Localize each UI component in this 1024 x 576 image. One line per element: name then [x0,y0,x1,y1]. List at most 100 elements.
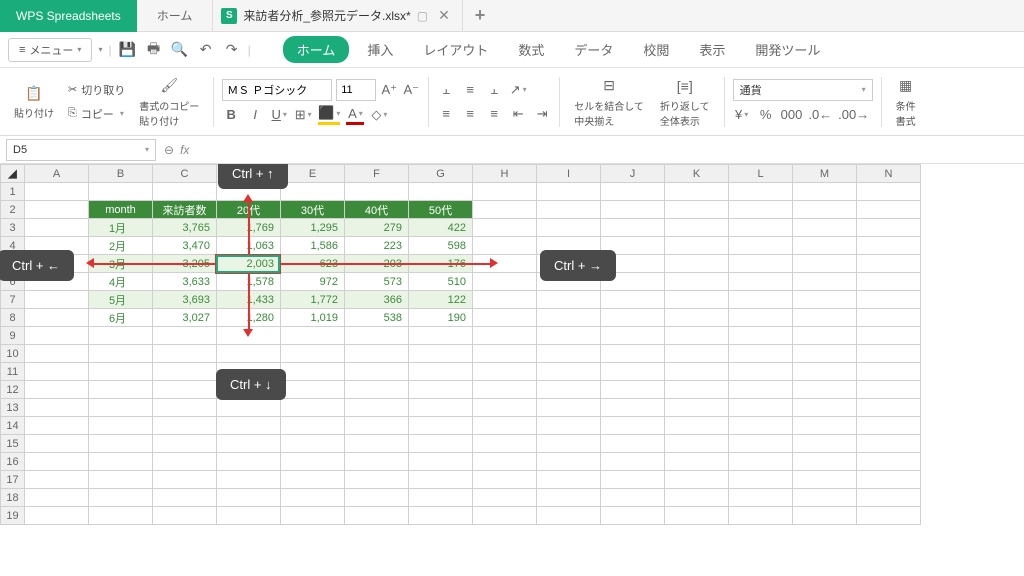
file-tab[interactable]: S 来訪者分析_参照元データ.xlsx* ▢ ✕ [212,0,462,32]
undo-icon[interactable]: ↶ [196,40,216,60]
cell[interactable] [601,381,665,399]
cell[interactable]: 2月 [89,237,153,255]
cell[interactable] [89,399,153,417]
cell[interactable] [729,219,793,237]
cell[interactable] [729,417,793,435]
cell[interactable] [281,435,345,453]
cell[interactable] [601,183,665,201]
row-header[interactable]: 12 [1,381,25,399]
cell[interactable] [345,327,409,345]
cell[interactable] [665,255,729,273]
cell[interactable] [793,201,857,219]
col-header[interactable]: M [793,165,857,183]
cell[interactable] [793,417,857,435]
cell[interactable] [25,507,89,525]
cell[interactable] [601,435,665,453]
row-header[interactable]: 9 [1,327,25,345]
font-color-button[interactable]: A▾ [346,105,364,125]
col-header[interactable]: K [665,165,729,183]
col-header[interactable]: H [473,165,537,183]
cell[interactable]: 573 [345,273,409,291]
cell[interactable] [89,453,153,471]
cell[interactable] [537,201,601,219]
cell[interactable]: 972 [281,273,345,291]
col-header[interactable]: N [857,165,921,183]
cell[interactable] [409,363,473,381]
wrap-group[interactable]: [≡] 折り返して 全体表示 [654,72,716,131]
cell[interactable] [345,507,409,525]
ribbon-tab-home[interactable]: ホーム [283,36,350,63]
cell[interactable] [729,363,793,381]
cell[interactable]: 1,295 [281,219,345,237]
cell[interactable] [153,381,217,399]
cell[interactable]: 122 [409,291,473,309]
decrease-decimal-icon[interactable]: .0← [808,105,832,125]
cell[interactable] [473,237,537,255]
cell[interactable] [665,309,729,327]
cell[interactable] [281,183,345,201]
bold-button[interactable]: B [222,105,240,125]
row-header[interactable]: 11 [1,363,25,381]
number-format-select[interactable]: 通貨▾ [733,79,873,101]
zoom-out-icon[interactable]: ⊖ [164,143,174,157]
home-tab[interactable]: ホーム [137,0,213,32]
cell[interactable] [473,381,537,399]
ribbon-tab-insert[interactable]: 挿入 [355,36,405,63]
col-header[interactable]: F [345,165,409,183]
cell[interactable] [153,327,217,345]
cell[interactable] [537,219,601,237]
row-header[interactable]: 16 [1,453,25,471]
format-painter-group[interactable]: 🖌 書式のコピー 貼り付け [133,72,205,131]
cell[interactable] [793,453,857,471]
cell[interactable] [345,471,409,489]
cell[interactable]: 5月 [89,291,153,309]
font-select[interactable] [222,79,332,101]
cell[interactable] [409,507,473,525]
cell[interactable] [217,399,281,417]
cell[interactable] [89,417,153,435]
cell[interactable] [857,435,921,453]
cell[interactable] [89,471,153,489]
cell[interactable] [857,417,921,435]
cell[interactable] [409,183,473,201]
cell[interactable] [281,345,345,363]
cell[interactable] [537,381,601,399]
cell[interactable] [409,381,473,399]
increase-font-icon[interactable]: A⁺ [380,80,398,100]
cell[interactable] [473,201,537,219]
cell[interactable] [89,345,153,363]
cell[interactable] [217,489,281,507]
cut-button[interactable]: ✂切り取り [64,80,129,100]
indent-right-icon[interactable]: ⇥ [533,104,551,124]
cell[interactable] [793,345,857,363]
cell[interactable] [665,399,729,417]
cell[interactable] [153,453,217,471]
cell[interactable]: 1,586 [281,237,345,255]
cell[interactable] [409,435,473,453]
cell[interactable] [793,309,857,327]
cell[interactable] [89,435,153,453]
cell[interactable] [409,489,473,507]
cell[interactable] [217,417,281,435]
cell[interactable] [793,291,857,309]
cell[interactable] [729,435,793,453]
cell[interactable]: 4月 [89,273,153,291]
cell[interactable] [89,327,153,345]
cell[interactable]: 538 [345,309,409,327]
cell[interactable] [601,363,665,381]
cell[interactable] [729,309,793,327]
cell[interactable] [89,489,153,507]
cell[interactable] [601,471,665,489]
row-header[interactable]: 10 [1,345,25,363]
cell[interactable] [793,183,857,201]
copy-button[interactable]: ⎘コピー▾ [64,104,129,124]
name-box[interactable]: D5▾ [6,139,156,161]
row-header[interactable]: 7 [1,291,25,309]
cell[interactable]: 1月 [89,219,153,237]
row-header[interactable]: 15 [1,435,25,453]
comma-icon[interactable]: 000 [781,105,803,125]
cell[interactable]: 30代 [281,201,345,219]
cell[interactable] [281,363,345,381]
cell[interactable]: 422 [409,219,473,237]
cell[interactable] [217,453,281,471]
